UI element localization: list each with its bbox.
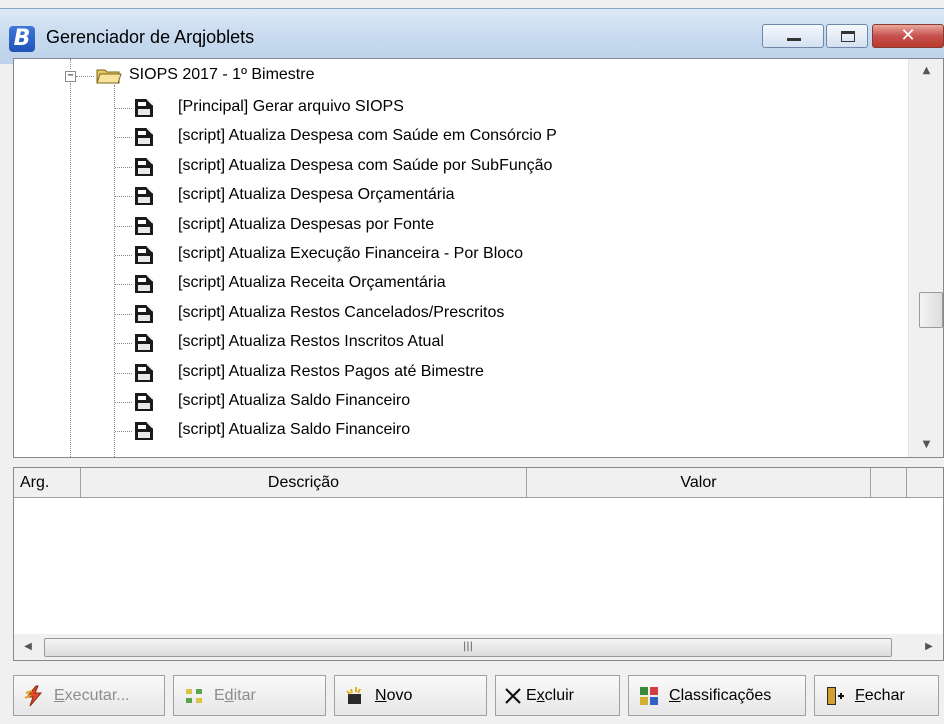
arguments-grid[interactable]: Arg. Descrição Valor ◀ ||| ▶ (13, 467, 944, 661)
tree-branch-line (115, 402, 132, 403)
excluir-button[interactable]: Excluir (495, 675, 620, 716)
tree-branch-line (115, 255, 132, 256)
close-button[interactable]: ✕ (872, 24, 944, 48)
collapse-toggle-icon[interactable]: − (65, 71, 76, 82)
executar-label: xecutar... (64, 687, 130, 704)
script-document-icon (135, 245, 154, 264)
tree-branch-line (115, 343, 132, 345)
scroll-left-icon[interactable]: ◀ (14, 634, 42, 660)
novo-label: ovo (386, 687, 413, 704)
maximize-icon (841, 31, 855, 42)
excluir-label-end: cluir (544, 687, 575, 704)
tree-branch-line (115, 108, 132, 109)
scroll-thumb[interactable] (919, 292, 943, 328)
tree-item-label: [script] Atualiza Receita Orçamentária (178, 274, 446, 292)
scroll-right-icon[interactable]: ▶ (915, 634, 943, 660)
tree-item-label: [script] Atualiza Execução Financeira - … (178, 245, 524, 262)
tree-item-label: [script] Atualiza Despesa com Saúde em C… (178, 127, 557, 145)
exit-door-icon (827, 687, 844, 705)
excluir-mnemonic: x (536, 687, 545, 704)
script-document-icon (135, 157, 154, 176)
minimize-button[interactable] (762, 24, 824, 48)
lightning-icon (24, 685, 43, 707)
executar-mnemonic: E (54, 687, 65, 704)
fechar-button[interactable]: Fechar (814, 675, 939, 716)
fechar-label: echar (864, 687, 905, 704)
script-document-icon (135, 421, 154, 441)
app-icon: B (9, 26, 35, 52)
excluir-label-start: E (526, 687, 537, 704)
executar-button[interactable]: Executar... (13, 675, 165, 716)
minimize-icon (787, 38, 801, 41)
classificacoes-mnemonic: C (669, 687, 681, 704)
scroll-down-icon[interactable]: ▼ (909, 433, 943, 457)
script-document-icon (135, 98, 154, 117)
new-sparkle-icon (346, 687, 361, 704)
classificacoes-button[interactable]: Classificações (628, 675, 806, 716)
script-document-icon (135, 127, 154, 147)
script-document-icon (135, 333, 154, 353)
joblet-tree[interactable]: − SIOPS 2017 - 1º Bimestre [Principal] G… (13, 58, 944, 458)
novo-button[interactable]: Novo (334, 675, 487, 716)
tree-branch-line (115, 431, 132, 433)
tree-item-label: [script] Atualiza Despesa Orçamentária (178, 186, 455, 204)
tree-branch-line (115, 137, 132, 139)
action-toolbar: Executar... Editar Novo Excluir Classifi… (13, 675, 944, 716)
script-document-icon (135, 363, 154, 382)
classifications-icon (640, 687, 658, 705)
script-document-icon (135, 274, 154, 294)
tree-item-label: [script] Atualiza Despesas por Fonte (178, 215, 435, 233)
column-header-extra-1[interactable] (871, 468, 907, 498)
editar-mnemonic: d (224, 687, 234, 704)
editar-button[interactable]: Editar (173, 675, 326, 716)
script-document-icon (135, 186, 154, 206)
editar-label-end: itar (233, 687, 256, 704)
editar-label-start: E (214, 687, 225, 704)
close-icon: ✕ (900, 25, 916, 46)
open-folder-icon (96, 69, 122, 84)
maximize-button[interactable] (826, 24, 868, 48)
script-document-icon (135, 216, 154, 235)
scroll-up-icon[interactable]: ▲ (909, 59, 943, 83)
fechar-mnemonic: F (855, 687, 865, 704)
tree-branch-line (115, 166, 132, 168)
column-header-extra-2[interactable] (907, 468, 943, 498)
x-delete-icon (505, 688, 521, 704)
classificacoes-label: lassificações (680, 687, 772, 704)
script-document-icon (135, 304, 154, 323)
title-bar[interactable]: B Gerenciador de Arqjoblets ✕ (0, 8, 944, 64)
column-header-descricao[interactable]: Descrição (81, 468, 527, 498)
tree-item-label: [Principal] Gerar arquivo SIOPS (178, 98, 404, 115)
tree-item-label: [script] Atualiza Restos Inscritos Atual (178, 333, 444, 351)
tree-item-label: [script] Atualiza Despesa com Saúde por … (178, 156, 553, 174)
tree-branch-line (115, 196, 132, 198)
tree-branch-line (115, 284, 132, 286)
tree-item-label: [script] Atualiza Saldo Financeiro (178, 421, 411, 439)
tree-vertical-scrollbar[interactable]: ▲ ▼ (908, 59, 943, 457)
tree-branch-line (115, 225, 132, 227)
script-document-icon (135, 392, 154, 411)
tree-item-label: [script] Atualiza Restos Pagos até Bimes… (178, 362, 484, 380)
tree-branch-line (115, 313, 132, 315)
edit-blocks-icon (186, 689, 202, 703)
scroll-thumb-horizontal[interactable]: ||| (44, 638, 892, 657)
novo-mnemonic: N (375, 687, 387, 704)
tree-item-label: [script] Atualiza Saldo Financeiro (178, 392, 411, 409)
column-header-valor[interactable]: Valor (527, 468, 871, 498)
tree-root-label[interactable]: SIOPS 2017 - 1º Bimestre (129, 66, 314, 84)
window-title: Gerenciador de Arqjoblets (46, 27, 255, 47)
tree-item-label: [script] Atualiza Restos Cancelados/Pres… (178, 303, 505, 321)
grid-horizontal-scrollbar[interactable]: ◀ ||| ▶ (14, 634, 943, 660)
grid-header: Arg. Descrição Valor (14, 468, 943, 498)
column-header-arg[interactable]: Arg. (14, 468, 81, 498)
tree-branch-line (115, 372, 132, 374)
